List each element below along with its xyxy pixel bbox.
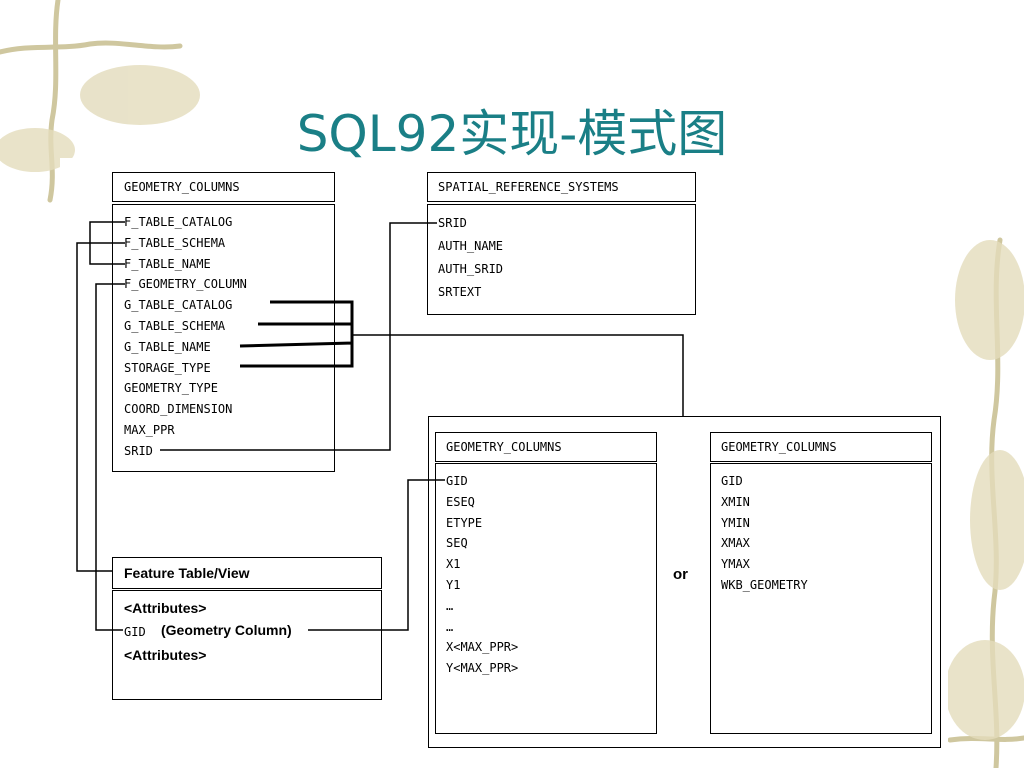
geometry-column-link	[95, 283, 125, 631]
catalog-schema-name-connector	[89, 221, 125, 265]
connector-lines	[76, 221, 684, 631]
srid-link	[160, 222, 437, 451]
gid-link	[308, 479, 445, 631]
g-table-bracket	[239, 300, 354, 368]
g-table-connector	[352, 334, 684, 416]
feature-table-link	[76, 242, 112, 572]
